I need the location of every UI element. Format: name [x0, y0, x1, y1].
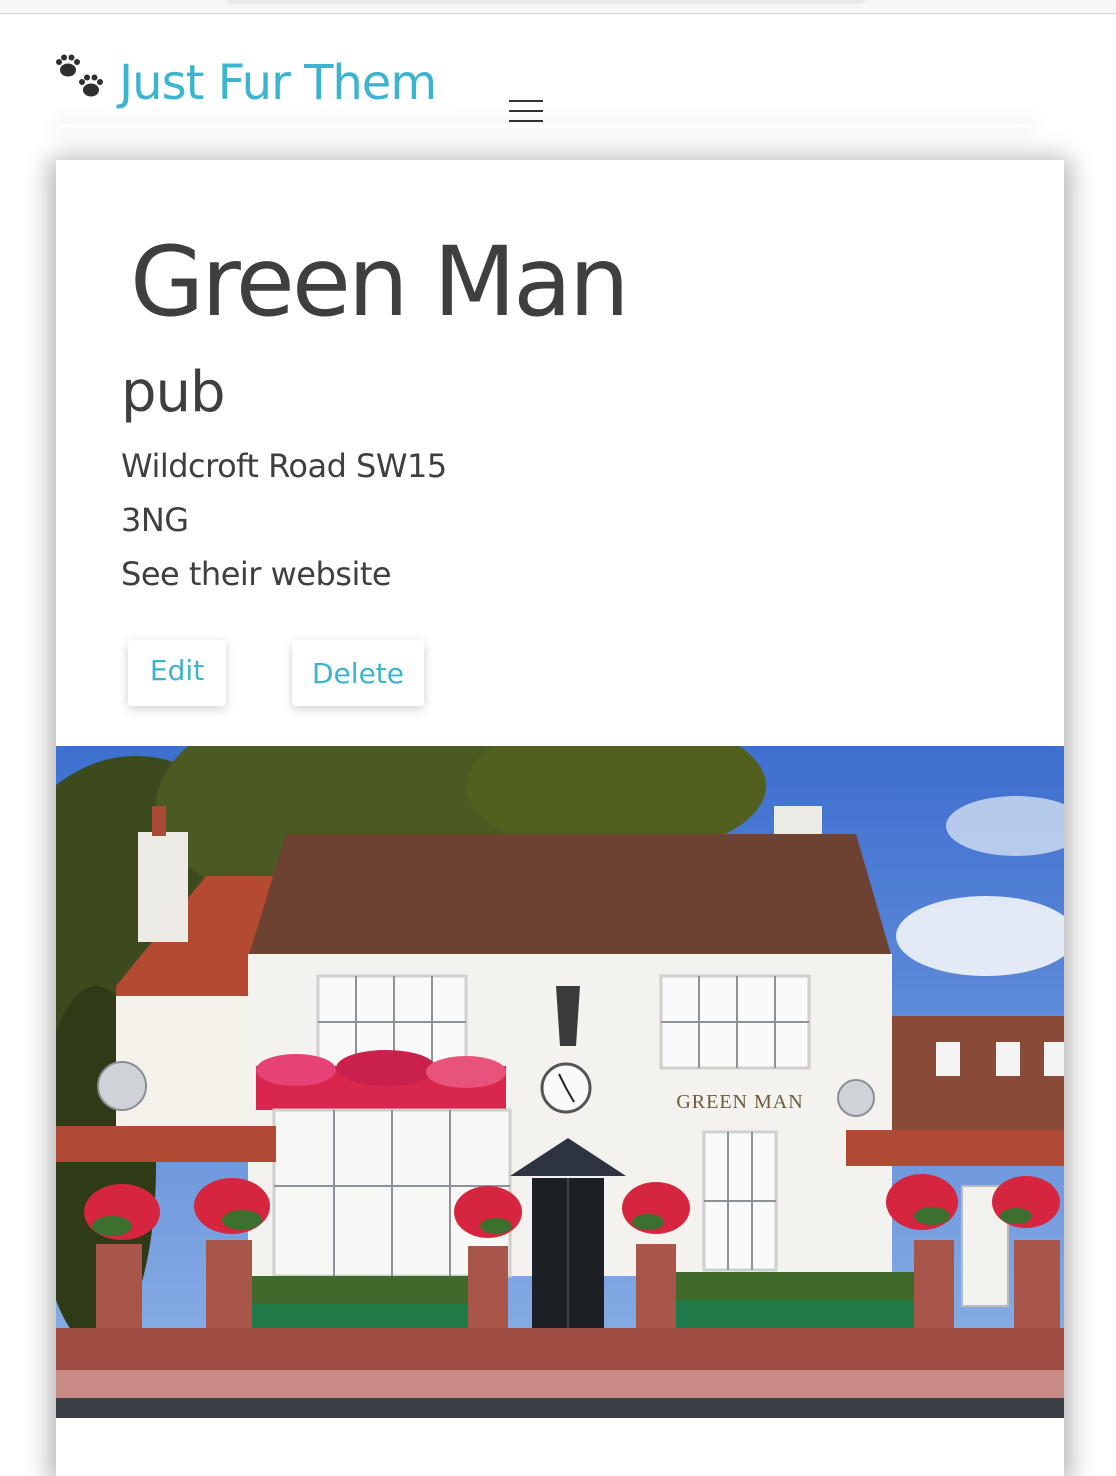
- venue-address-line-2: 3NG: [121, 501, 189, 539]
- delete-button[interactable]: Delete: [292, 640, 424, 706]
- navbar-shadow: [60, 124, 1030, 128]
- edit-button[interactable]: Edit: [128, 640, 226, 706]
- venue-name: Green Man: [130, 226, 630, 338]
- hamburger-bar: [509, 110, 543, 112]
- brand-title[interactable]: Just Fur Them: [119, 54, 437, 112]
- pub-sign-text: GREEN MAN: [676, 1091, 803, 1113]
- venue-card: Green Man pub Wildcroft Road SW15 3NG Se…: [56, 160, 1064, 1476]
- hamburger-menu-icon[interactable]: [509, 100, 543, 124]
- browser-top-strip: [0, 0, 1116, 14]
- navbar: Just Fur Them: [0, 14, 1116, 124]
- hamburger-bar: [509, 100, 543, 102]
- venue-address-line-1: Wildcroft Road SW15: [121, 447, 447, 485]
- paw-prints-icon[interactable]: [54, 54, 108, 102]
- venue-photo: GREEN MAN: [56, 746, 1064, 1418]
- browser-address-bar[interactable]: [226, 0, 866, 4]
- website-link[interactable]: See their website: [121, 554, 392, 594]
- hamburger-bar: [509, 120, 543, 122]
- venue-category: pub: [121, 360, 226, 425]
